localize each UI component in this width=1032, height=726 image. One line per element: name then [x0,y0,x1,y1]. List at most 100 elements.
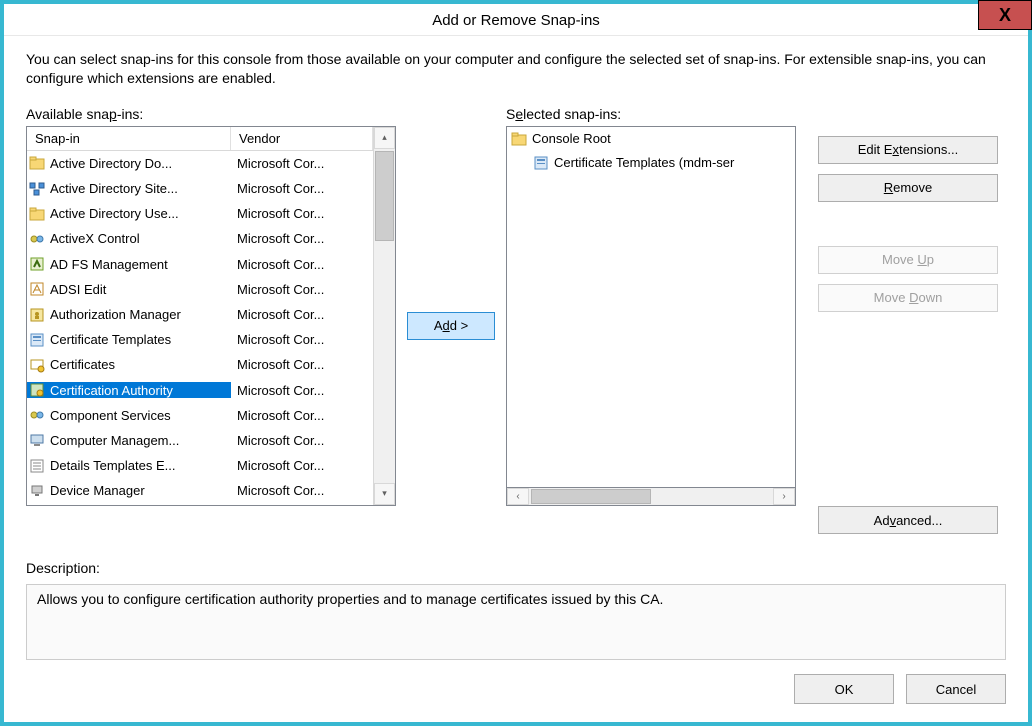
component-icon [29,231,45,247]
snapin-vendor: Microsoft Cor... [231,433,373,448]
snapin-name: ActiveX Control [50,231,140,246]
move-up-button: Move Up [818,246,998,274]
close-button[interactable]: X [978,0,1032,30]
advanced-button[interactable]: Advanced... [818,506,998,534]
snapin-row[interactable]: Authorization Manager Microsoft Cor... [27,302,373,327]
snapin-vendor: Microsoft Cor... [231,307,373,322]
snapin-vendor: Microsoft Cor... [231,383,373,398]
snapin-name: ADSI Edit [50,282,106,297]
component-icon [29,407,45,423]
snapin-vendor: Microsoft Cor... [231,408,373,423]
edit-extensions-button[interactable]: Edit Extensions... [818,136,998,164]
title-bar: Add or Remove Snap-ins X [4,4,1028,36]
tree-child-label: Certificate Templates (mdm-ser [554,155,734,170]
remove-button[interactable]: Remove [818,174,998,202]
certificate-templates-icon [533,155,549,171]
scroll-right-arrow-icon[interactable]: › [773,488,795,505]
snapin-row[interactable]: Certification Authority Microsoft Cor... [27,377,373,402]
snapin-row[interactable]: Active Directory Do... Microsoft Cor... [27,151,373,176]
snapin-row[interactable]: Active Directory Use... Microsoft Cor... [27,201,373,226]
folder-generic-icon [29,206,45,222]
snapin-row[interactable]: Computer Managem... Microsoft Cor... [27,428,373,453]
snapin-row[interactable]: ADSI Edit Microsoft Cor... [27,277,373,302]
snapin-row[interactable]: Device Manager Microsoft Cor... [27,478,373,503]
selected-treeview[interactable]: Console Root Certificate Templates (mdm-… [506,126,796,488]
tree-root-label: Console Root [532,131,611,146]
snapin-vendor: Microsoft Cor... [231,282,373,297]
details-icon [29,458,45,474]
tree-child[interactable]: Certificate Templates (mdm-ser [507,151,795,175]
snapin-vendor: Microsoft Cor... [231,458,373,473]
snapin-row[interactable]: Certificate Templates Microsoft Cor... [27,327,373,352]
sites-icon [29,181,45,197]
snapin-name: Authorization Manager [50,307,181,322]
description-box: Allows you to configure certification au… [26,584,1006,660]
snapin-name: Details Templates E... [50,458,175,473]
intro-text: You can select snap-ins for this console… [26,50,1006,88]
folder-icon [511,131,527,147]
available-label: Available snap-ins: [26,106,396,122]
vertical-scrollbar[interactable]: ▴ ▾ [373,127,395,505]
selected-label: Selected snap-ins: [506,106,796,122]
snapin-name: Device Manager [50,483,145,498]
snapin-vendor: Microsoft Cor... [231,206,373,221]
adsi-icon [29,281,45,297]
snapin-vendor: Microsoft Cor... [231,357,373,372]
add-button[interactable]: Add > [407,312,495,340]
scroll-up-arrow-icon[interactable]: ▴ [374,127,395,149]
hscroll-track[interactable] [529,488,773,505]
dialog-content: You can select snap-ins for this console… [4,36,1028,722]
snapin-row[interactable]: Certificates Microsoft Cor... [27,352,373,377]
listview-header[interactable]: Snap-in Vendor [27,127,373,151]
snapin-row[interactable]: Component Services Microsoft Cor... [27,403,373,428]
snapin-vendor: Microsoft Cor... [231,257,373,272]
selected-panel: Selected snap-ins: Console Root Certific… [506,106,796,546]
ok-button[interactable]: OK [794,674,894,704]
snapin-row[interactable]: Active Directory Site...Microsoft Cor... [27,176,373,201]
snapin-row[interactable]: AD FS Management Microsoft Cor... [27,252,373,277]
available-listview[interactable]: Snap-in Vendor Active Directory Do... Mic… [26,126,396,506]
snapin-vendor: Microsoft Cor... [231,332,373,347]
adfs-icon [29,256,45,272]
cert-templates-icon [29,332,45,348]
snapin-name: AD FS Management [50,257,168,272]
snapin-name: Active Directory Use... [50,206,179,221]
snapin-name: Certificate Templates [50,332,171,347]
horizontal-scrollbar[interactable]: ‹ › [506,488,796,506]
snapin-row[interactable]: Details Templates E... Microsoft Cor... [27,453,373,478]
close-icon: X [999,5,1011,26]
center-panel: Add > [396,106,506,546]
cancel-button[interactable]: Cancel [906,674,1006,704]
snapin-name: Computer Managem... [50,433,179,448]
device-icon [29,483,45,499]
snapin-vendor: Microsoft Cor... [231,483,373,498]
dialog-window: Add or Remove Snap-ins X You can select … [0,0,1032,726]
middle-row: Available snap-ins: Snap-in Vendor Activ… [26,106,1006,546]
scroll-track[interactable] [374,149,395,483]
bottom-buttons: OK Cancel [26,674,1006,704]
ca-icon [29,382,45,398]
description-text: Allows you to configure certification au… [37,591,663,607]
scroll-down-arrow-icon[interactable]: ▾ [374,483,395,505]
snapin-row[interactable]: ActiveX Control Microsoft Cor... [27,226,373,251]
snapin-vendor: Microsoft Cor... [231,181,373,196]
scroll-left-arrow-icon[interactable]: ‹ [507,488,529,505]
snapin-vendor: Microsoft Cor... [231,231,373,246]
snapin-vendor: Microsoft Cor... [231,156,373,171]
snapin-name: Component Services [50,408,171,423]
authz-icon [29,307,45,323]
snapin-name: Certificates [50,357,115,372]
available-panel: Available snap-ins: Snap-in Vendor Activ… [26,106,396,546]
actions-panel: Edit Extensions... Remove Move Up Move D… [796,106,1006,546]
tree-root[interactable]: Console Root [507,127,795,151]
hscroll-thumb[interactable] [531,489,651,504]
description-label: Description: [26,560,1006,576]
snapin-name: Active Directory Do... [50,156,172,171]
col-vendor[interactable]: Vendor [231,127,373,150]
scroll-thumb[interactable] [375,151,394,241]
window-title: Add or Remove Snap-ins [4,12,1028,29]
folder-generic-icon [29,155,45,171]
snapin-name: Certification Authority [50,383,173,398]
col-snapin[interactable]: Snap-in [27,127,231,150]
computer-icon [29,432,45,448]
